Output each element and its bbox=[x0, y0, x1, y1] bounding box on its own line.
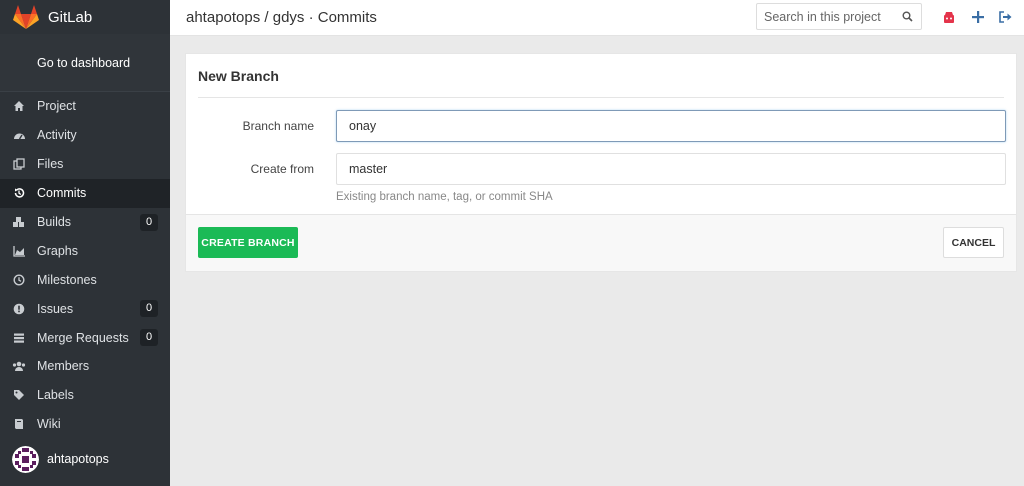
sidebar-item-label: Graphs bbox=[37, 243, 78, 258]
search-box[interactable] bbox=[756, 3, 922, 30]
sidebar-item-label: Merge Requests bbox=[37, 330, 129, 345]
cubes-icon bbox=[12, 215, 26, 229]
sidebar-item-wiki[interactable]: Wiki bbox=[0, 410, 170, 439]
user-profile[interactable]: ahtapotops bbox=[0, 440, 170, 478]
create-from-input[interactable]: master bbox=[336, 153, 1006, 185]
sidebar-item-commits[interactable]: Commits bbox=[0, 178, 170, 208]
sidebar-item-label: Activity bbox=[37, 128, 77, 143]
sidebar-item-project[interactable]: Project bbox=[0, 92, 170, 121]
sidebar-item-files[interactable]: Files bbox=[0, 150, 170, 179]
tasks-icon bbox=[12, 331, 26, 345]
sidebar-item-label: Builds bbox=[37, 215, 72, 229]
sidebar-item-label: Labels bbox=[37, 388, 74, 403]
page-title: New Branch bbox=[198, 68, 279, 84]
sign-out-icon[interactable] bbox=[998, 10, 1012, 24]
new-branch-panel: New Branch Branch name onay Create from … bbox=[185, 53, 1017, 272]
create-branch-button[interactable]: CREATE BRANCH bbox=[198, 227, 298, 258]
sidebar-item-merge-requests[interactable]: Merge Requests 0 bbox=[0, 323, 170, 352]
breadcrumb[interactable]: ahtapotops / gdys · Commits bbox=[186, 9, 377, 26]
create-from-help-text: Existing branch name, tag, or commit SHA bbox=[336, 191, 553, 203]
sidebar-item-graphs[interactable]: Graphs bbox=[0, 236, 170, 265]
sidebar-item-milestones[interactable]: Milestones bbox=[0, 265, 170, 294]
go-to-dashboard-link[interactable]: Go to dashboard bbox=[0, 34, 170, 92]
title-divider bbox=[198, 97, 1004, 98]
clock-icon bbox=[12, 273, 26, 287]
admin-area-icon[interactable] bbox=[942, 10, 956, 24]
sidebar-item-labels[interactable]: Labels bbox=[0, 381, 170, 410]
sidebar-item-label: Wiki bbox=[37, 417, 61, 432]
tags-icon bbox=[12, 388, 26, 402]
brand-name: GitLab bbox=[48, 8, 93, 26]
sidebar-item-label: Members bbox=[37, 359, 90, 374]
sidebar-item-members[interactable]: Members bbox=[0, 352, 170, 381]
merge-requests-count-badge: 0 bbox=[140, 329, 158, 347]
cancel-button[interactable]: CANCEL bbox=[943, 227, 1004, 258]
branch-name-input[interactable]: onay bbox=[336, 110, 1006, 142]
sidebar-item-issues[interactable]: Issues 0 bbox=[0, 294, 170, 323]
files-icon bbox=[12, 157, 26, 171]
brand[interactable]: GitLab bbox=[0, 0, 170, 34]
plus-icon[interactable] bbox=[971, 10, 985, 24]
sidebar-item-label: Commits bbox=[37, 186, 87, 201]
gitlab-logo-icon bbox=[13, 5, 39, 29]
builds-count-badge: 0 bbox=[140, 213, 158, 231]
history-icon bbox=[12, 186, 26, 200]
exclamation-circle-icon bbox=[12, 302, 26, 316]
book-icon bbox=[12, 417, 26, 431]
area-chart-icon bbox=[12, 244, 26, 258]
sidebar-item-label: Issues bbox=[37, 301, 74, 316]
top-header: ahtapotops / gdys · Commits bbox=[170, 0, 1024, 36]
issues-count-badge: 0 bbox=[140, 300, 158, 318]
users-icon bbox=[12, 359, 26, 373]
sidebar-item-label: Files bbox=[37, 157, 64, 172]
search-icon[interactable] bbox=[902, 11, 913, 22]
branch-name-label: Branch name bbox=[242, 119, 314, 133]
create-from-label: Create from bbox=[250, 162, 314, 176]
sidebar-item-builds[interactable]: Builds 0 bbox=[0, 208, 170, 237]
sidebar-item-label: Milestones bbox=[37, 272, 97, 287]
avatar bbox=[12, 445, 39, 473]
sidebar-item-activity[interactable]: Activity bbox=[0, 121, 170, 150]
username: ahtapotops bbox=[47, 452, 109, 466]
sidebar-nav: Project Activity Files Commits Builds 0 … bbox=[0, 92, 170, 439]
sidebar-item-label: Project bbox=[37, 99, 76, 114]
dashboard-icon bbox=[12, 128, 26, 142]
form-actions: CREATE BRANCH CANCEL bbox=[186, 214, 1016, 271]
search-input[interactable] bbox=[764, 9, 894, 24]
home-icon bbox=[12, 99, 26, 113]
sidebar: GitLab Go to dashboard Project Activity … bbox=[0, 0, 170, 486]
